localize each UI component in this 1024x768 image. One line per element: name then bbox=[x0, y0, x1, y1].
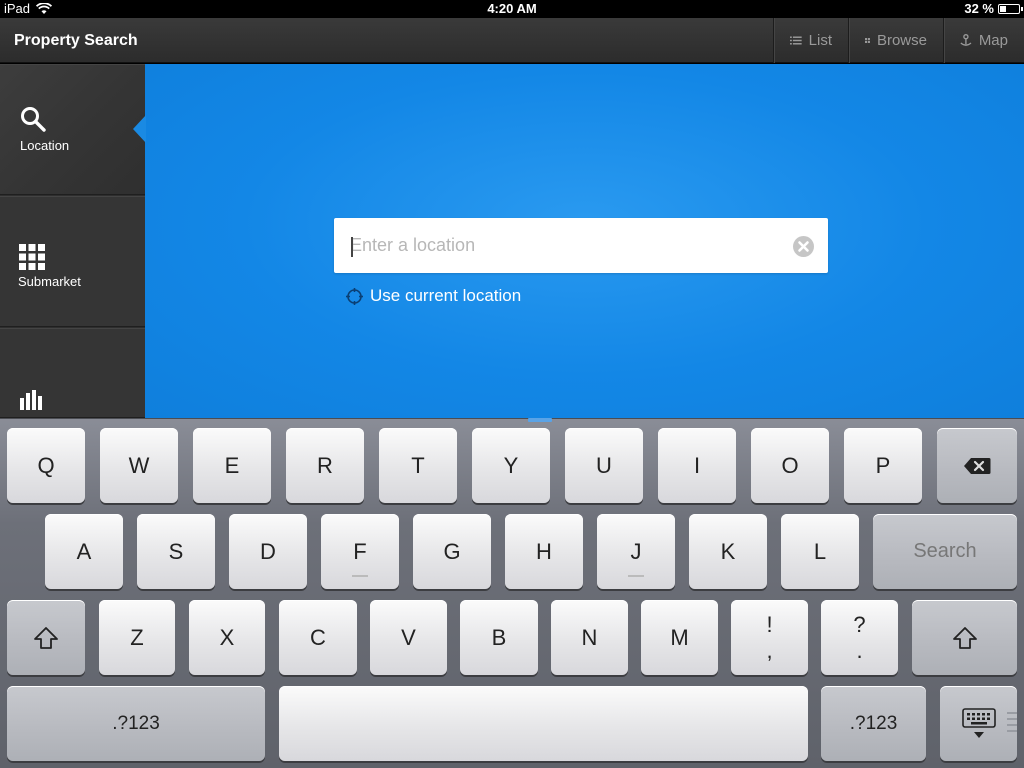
navigation-bar: Property Search List Browse Map bbox=[0, 18, 1024, 63]
key-y[interactable]: Y bbox=[472, 428, 550, 503]
backspace-icon bbox=[964, 457, 991, 474]
space-bar[interactable] bbox=[279, 686, 808, 761]
key-h[interactable]: H bbox=[505, 514, 583, 589]
hide-keyboard-key[interactable] bbox=[940, 686, 1017, 761]
key-w[interactable]: W bbox=[100, 428, 178, 503]
dual-char-stack: ? . bbox=[853, 612, 865, 664]
list-icon bbox=[790, 36, 802, 45]
main-panel: Use current location bbox=[145, 64, 1024, 418]
use-current-location-label: Use current location bbox=[370, 286, 522, 305]
home-row-bump bbox=[352, 575, 368, 577]
numbers-key-left[interactable]: .?123 bbox=[7, 686, 265, 761]
map-pin-icon bbox=[960, 34, 972, 46]
sidebar: Location Submarket bbox=[0, 64, 146, 418]
sidebar-item-location[interactable]: Location bbox=[0, 64, 145, 195]
key-o[interactable]: O bbox=[751, 428, 829, 503]
keyboard-grip-icon bbox=[1007, 712, 1017, 734]
sidebar-item-analytics[interactable] bbox=[0, 328, 145, 418]
key-v[interactable]: V bbox=[370, 600, 447, 675]
page-title: Property Search bbox=[14, 32, 138, 49]
numbers-key-right[interactable]: .?123 bbox=[821, 686, 926, 761]
key-g[interactable]: G bbox=[413, 514, 491, 589]
battery-icon bbox=[998, 3, 1023, 14]
search-key[interactable]: Search bbox=[873, 514, 1017, 589]
key-bottom-char: , bbox=[766, 637, 773, 663]
key-k[interactable]: K bbox=[689, 514, 767, 589]
clear-button[interactable] bbox=[793, 236, 814, 257]
key-top-char: ! bbox=[766, 611, 773, 637]
key-b[interactable]: B bbox=[460, 600, 538, 675]
battery-percent: 32 % bbox=[964, 1, 994, 16]
key-f-label: F bbox=[353, 538, 367, 564]
status-bar: iPad 4:20 AM 32 % bbox=[0, 0, 1024, 18]
key-u[interactable]: U bbox=[565, 428, 643, 503]
view-switcher: List Browse Map bbox=[773, 18, 1024, 63]
grid-icon bbox=[19, 244, 45, 270]
bar-chart-icon bbox=[20, 390, 42, 410]
shift-key-right[interactable] bbox=[912, 600, 1017, 675]
shift-icon bbox=[952, 626, 977, 649]
key-x[interactable]: X bbox=[189, 600, 265, 675]
search-icon bbox=[21, 107, 46, 132]
shift-key-left[interactable] bbox=[7, 600, 85, 675]
use-current-location-link[interactable]: Use current location bbox=[346, 286, 521, 306]
key-e[interactable]: E bbox=[193, 428, 271, 503]
list-view-button[interactable]: List bbox=[773, 18, 848, 63]
clock: 4:20 AM bbox=[487, 1, 537, 16]
sidebar-item-label: Submarket bbox=[18, 274, 81, 289]
key-n[interactable]: N bbox=[551, 600, 628, 675]
key-q[interactable]: Q bbox=[7, 428, 85, 503]
crosshair-icon bbox=[346, 287, 363, 305]
selection-indicator bbox=[133, 115, 146, 143]
key-r[interactable]: R bbox=[286, 428, 364, 503]
key-f[interactable]: F bbox=[321, 514, 399, 589]
key-p[interactable]: P bbox=[844, 428, 922, 503]
sidebar-item-submarket[interactable]: Submarket bbox=[0, 196, 145, 327]
key-z[interactable]: Z bbox=[99, 600, 175, 675]
close-icon bbox=[798, 241, 809, 252]
backspace-key[interactable] bbox=[937, 428, 1017, 503]
key-bottom-char: . bbox=[856, 637, 863, 663]
shift-icon bbox=[34, 626, 58, 649]
dual-char-stack: ! , bbox=[766, 612, 772, 664]
key-c[interactable]: C bbox=[279, 600, 357, 675]
key-l[interactable]: L bbox=[781, 514, 859, 589]
key-j-label: J bbox=[630, 538, 642, 564]
keyboard-dismiss-icon bbox=[961, 707, 996, 738]
key-j[interactable]: J bbox=[597, 514, 675, 589]
key-m[interactable]: M bbox=[641, 600, 718, 675]
grid-icon bbox=[865, 38, 870, 43]
key-question-period[interactable]: ? . bbox=[821, 600, 898, 675]
list-view-label: List bbox=[808, 32, 832, 49]
location-input[interactable] bbox=[350, 218, 780, 273]
map-view-button[interactable]: Map bbox=[943, 18, 1024, 63]
map-view-label: Map bbox=[978, 32, 1008, 49]
location-search-box bbox=[334, 218, 828, 273]
key-s[interactable]: S bbox=[137, 514, 215, 589]
home-row-bump bbox=[628, 575, 644, 577]
browse-view-label: Browse bbox=[876, 32, 927, 49]
key-exclamation-comma[interactable]: ! , bbox=[731, 600, 808, 675]
status-right: 32 % bbox=[964, 1, 1023, 16]
key-i[interactable]: I bbox=[658, 428, 736, 503]
key-t[interactable]: T bbox=[379, 428, 457, 503]
keyboard-divider bbox=[528, 418, 552, 422]
browse-view-button[interactable]: Browse bbox=[848, 18, 943, 63]
key-d[interactable]: D bbox=[229, 514, 307, 589]
text-caret bbox=[351, 237, 353, 257]
sidebar-item-label: Location bbox=[20, 138, 70, 153]
key-top-char: ? bbox=[853, 611, 866, 637]
key-a[interactable]: A bbox=[45, 514, 123, 589]
